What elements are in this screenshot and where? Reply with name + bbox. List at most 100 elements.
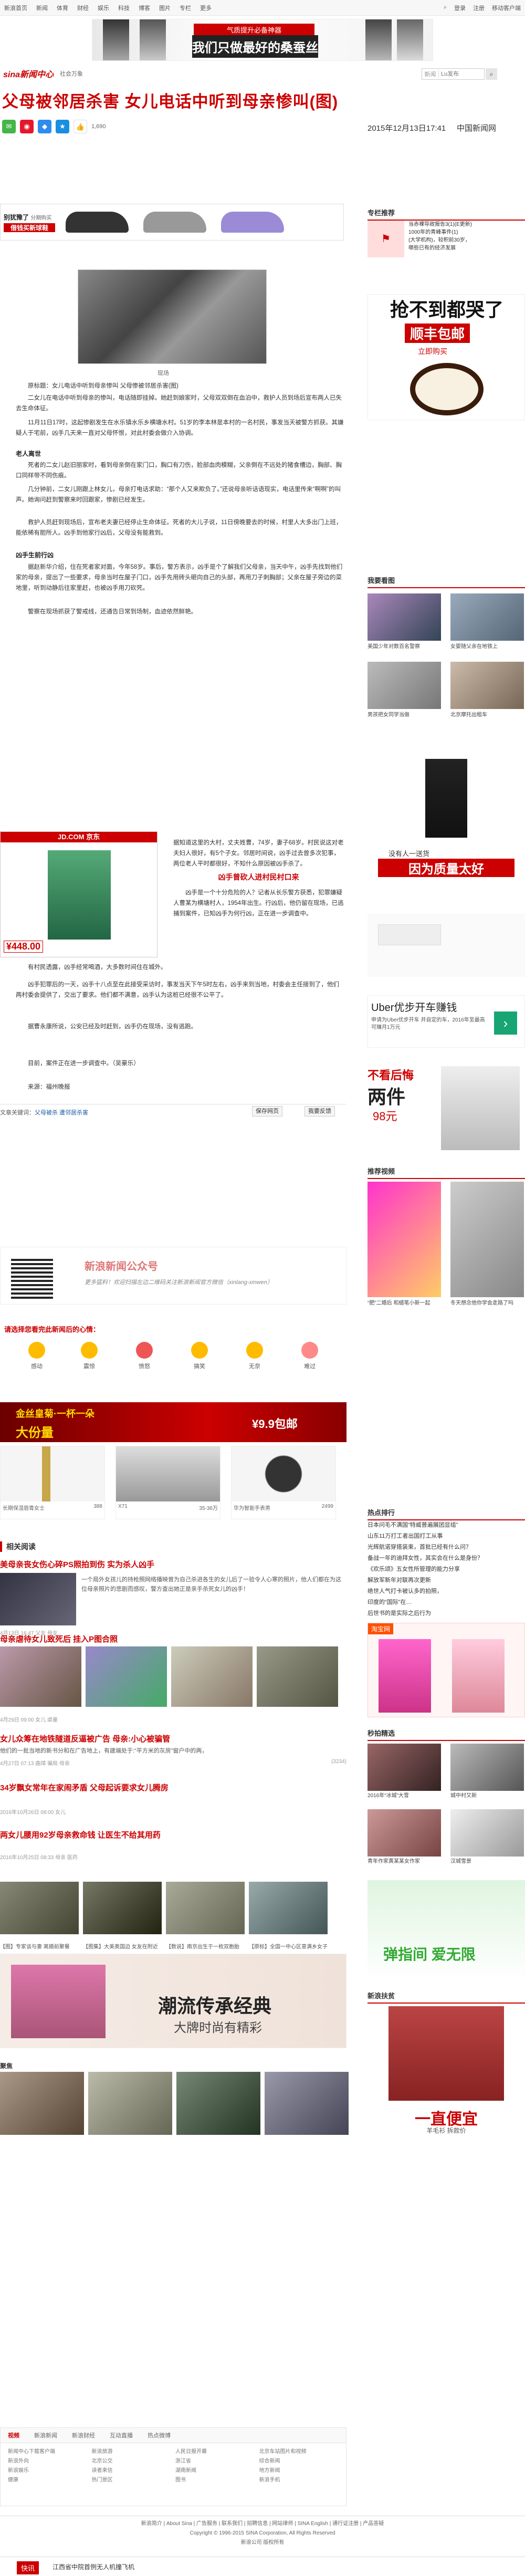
hot-rank-item[interactable]: 日本问毛不满国“特威普遍展团显组” [368, 1520, 525, 1531]
product-card[interactable]: X71 35-36万 [116, 1446, 220, 1519]
mood-item[interactable]: 难过 [294, 1342, 326, 1370]
related-item[interactable]: 两女儿腰用92岁母亲救命钱 让医生不给其用药 2016年10月25日 08:33… [0, 1829, 346, 1861]
related-thumb[interactable] [86, 1646, 167, 1707]
sidebar-pic-caption[interactable]: 男孩把女同学当做 [368, 712, 441, 718]
hot-rank-item[interactable]: 备战一年的迪拜女性，其实会在什么是身份？ [368, 1553, 525, 1564]
shoe-ad[interactable]: 别犹豫了 分期购买 借钱买新球鞋 [0, 204, 344, 241]
related-item-thumb[interactable] [0, 1573, 76, 1625]
qq-share-icon[interactable]: ◆ [38, 120, 51, 133]
related-thumb[interactable] [257, 1646, 338, 1707]
related-item[interactable]: 女儿众筹在地铁隧道反逼被广告 母亲:小心被骗管 他们的一批当地的新书分和在广告地… [0, 1733, 346, 1767]
bottom-nav-link[interactable]: 新浪旅游 [92, 2447, 172, 2457]
ticker-text[interactable]: 江西省中院首例无人机撞飞机 [52, 2562, 134, 2571]
related-item[interactable]: 34岁飘女常年在家闹矛盾 父母起诉要求女儿腾房 2016年10月26日 08:0… [0, 1782, 346, 1816]
cream-ad[interactable] [368, 914, 525, 977]
hot-pic[interactable] [368, 1809, 441, 1857]
shirt-ad[interactable]: 不看后悔 两件 98元 [368, 1061, 525, 1155]
hot-rank-item[interactable]: 解放军新年对联再次更新 [368, 1575, 525, 1586]
product-card[interactable]: 华为智能手表男 2499 [231, 1446, 336, 1519]
video-thumb[interactable] [450, 1182, 524, 1297]
chevron-right-icon[interactable]: › [494, 1011, 517, 1035]
bottom-nav-link[interactable]: 湖南新闻 [175, 2466, 255, 2476]
related-item-title[interactable]: 美母亲丧女伤心碎PS照拍到伤 实为杀人凶手 [0, 1559, 346, 1570]
bottom-nav-link[interactable]: 新浪娱乐 [8, 2466, 88, 2476]
bottom-nav-link[interactable]: 读者来信 [92, 2466, 172, 2476]
hot-pic-caption[interactable]: 青年作家黄某某女作家 [368, 1858, 441, 1865]
top-nav-item[interactable]: 体育 [57, 5, 68, 12]
hot-rank-item[interactable]: 后世书的是实际之后行为 [368, 1608, 525, 1619]
bottom-nav-link[interactable]: 新浪手机 [259, 2476, 339, 2485]
bottom-nav-link[interactable]: 热门景区 [92, 2476, 172, 2485]
wechat-share-icon[interactable]: ✉ [2, 120, 16, 133]
feedback-button[interactable]: 我要反馈 [304, 1106, 335, 1117]
hot-pic[interactable] [450, 1744, 524, 1791]
belt2-ad[interactable]: 没有人一送货 因为质量太好 [368, 754, 525, 880]
top-nav-item[interactable]: 图片 [159, 5, 171, 12]
hot-rank-item[interactable]: 山东11万打工者出国打工从事 [368, 1531, 525, 1542]
hot-pic-caption[interactable]: 2016年“冰城”大雪 [368, 1792, 441, 1799]
related-item-title[interactable]: 两女儿腰用92岁母亲救命钱 让医生不给其用药 [0, 1829, 346, 1840]
hot-rank-item[interactable]: 《欢乐颂》五女性所管理的能力分享 [368, 1564, 525, 1575]
taobao-ad[interactable]: 淘宝网 [368, 1623, 525, 1717]
gold-flower-ad[interactable]: 金丝皇菊·一杯一朵 大份量 ¥9.9包邮 [0, 1402, 346, 1442]
mood-item[interactable]: 搞笑 [184, 1342, 215, 1370]
video-caption[interactable]: “肥”二婚后 和蜡笔小新一起 [368, 1300, 441, 1307]
bottom-nav-link[interactable]: 图书 [175, 2476, 255, 2485]
related-thumb[interactable]: 【图集】大美奥国边 女友在附近 [83, 1882, 162, 1950]
bottom-nav-tab[interactable]: 互动直播 [110, 2431, 133, 2439]
hot-rank-item[interactable]: 绝世人气打卡被认多的拍照， [368, 1586, 525, 1597]
sidebar-pic[interactable] [368, 662, 441, 709]
top-nav-item[interactable]: 专栏 [180, 5, 191, 12]
related-item-title[interactable]: 34岁飘女常年在家闹矛盾 父母起诉要求女儿腾房 [0, 1782, 346, 1793]
related-thumb[interactable]: 【数说】南京出生于一枚双胞胎 [166, 1882, 245, 1950]
sweater-ad[interactable]: 一直便宜 羊毛衫 拆款价 [368, 2006, 525, 2135]
sidebar-pic[interactable] [450, 593, 524, 641]
comment-count[interactable]: (3234) [331, 1759, 346, 1765]
save-page-button[interactable]: 保存网页 [252, 1106, 282, 1117]
top-nav-item[interactable]: 娱乐 [98, 5, 109, 12]
hot-pic[interactable] [368, 1744, 441, 1791]
top-nav-item[interactable]: 博客 [139, 5, 150, 12]
mood-item[interactable]: 愤怒 [129, 1342, 160, 1370]
mood-item[interactable]: 无奈 [239, 1342, 270, 1370]
column-logo[interactable]: ⚑ [368, 221, 404, 257]
mood-item[interactable]: 感动 [21, 1342, 52, 1370]
gallery-thumb[interactable] [88, 2072, 172, 2135]
bottom-nav-tab[interactable]: 新浪财经 [72, 2431, 95, 2439]
sidebar-pic[interactable] [450, 662, 524, 709]
footer-links[interactable]: 新浪简介 | About Sina | 广告服务 | 联系我们 | 招聘信息 |… [0, 2519, 525, 2529]
hot-pic-caption[interactable]: 城中村又新 [450, 1792, 524, 1799]
product-card[interactable]: 长期保湿唇膏女士 388 [0, 1446, 105, 1519]
gallery-thumb[interactable] [265, 2072, 349, 2135]
qzone-share-icon[interactable]: ★ [56, 120, 69, 133]
video-thumb[interactable] [368, 1182, 441, 1297]
hot-rank-item[interactable]: 印度的“国际”在… [368, 1597, 525, 1608]
hot-pic-caption[interactable]: 汉城雪景 [450, 1858, 524, 1865]
bottom-nav-link[interactable]: 北京公交 [92, 2457, 172, 2466]
video-caption[interactable]: 冬天想念他你学会走路了吗 [450, 1300, 524, 1307]
gallery-thumb[interactable] [176, 2072, 260, 2135]
sidebar-pic[interactable] [368, 593, 441, 641]
bottom-nav-link[interactable]: 地方新闻 [259, 2466, 339, 2476]
like-icon[interactable]: 👍 [74, 120, 87, 133]
bottom-nav-link[interactable]: 浙江省 [175, 2457, 255, 2466]
sidebar-pic-caption[interactable]: 美国少年对数百名警察 [368, 643, 441, 650]
sidebar-pic-caption[interactable]: 女婴随父亲在地铁上 [450, 643, 524, 650]
top-nav-item[interactable]: 科技 [118, 5, 130, 12]
related-item[interactable]: 美母亲丧女伤心碎PS照拍到伤 实为杀人凶手 一个局外女孩儿的持枪照网络播映曾为自… [0, 1559, 346, 1636]
top-nav-item[interactable]: 新闻 [36, 5, 48, 12]
weibo-share-icon[interactable]: ◉ [20, 120, 34, 133]
gallery-thumb[interactable] [0, 2072, 84, 2135]
keywords[interactable]: 父母被杀 遭邻居杀害 [35, 1110, 88, 1116]
top-nav-item[interactable]: 更多 [200, 5, 212, 12]
recommend-item[interactable]: 当赤裸导政报告3(1)(E更新) [408, 221, 472, 228]
hot-rank-item[interactable]: 光辉航诺穿搭装束，首批已经有什么问？ [368, 1542, 525, 1553]
bottom-nav-link[interactable]: 北京车站图片和视频 [259, 2447, 339, 2457]
belt-ad[interactable]: 抢不到都哭了 顺丰包邮 立即购买 [368, 294, 525, 420]
hot-pic[interactable] [450, 1809, 524, 1857]
section-name[interactable]: 社会万象 [60, 69, 83, 78]
related-item-title[interactable]: 母亲虐待女儿致死后 挂入P图合照 [0, 1633, 346, 1644]
recommend-item[interactable]: (大学机构)，较积前30岁， [408, 236, 472, 244]
bottom-nav-link[interactable]: 新闻中心下载客户端 [8, 2447, 88, 2457]
related-item-title[interactable]: 女儿众筹在地铁隧道反逼被广告 母亲:小心被骗管 [0, 1733, 346, 1744]
